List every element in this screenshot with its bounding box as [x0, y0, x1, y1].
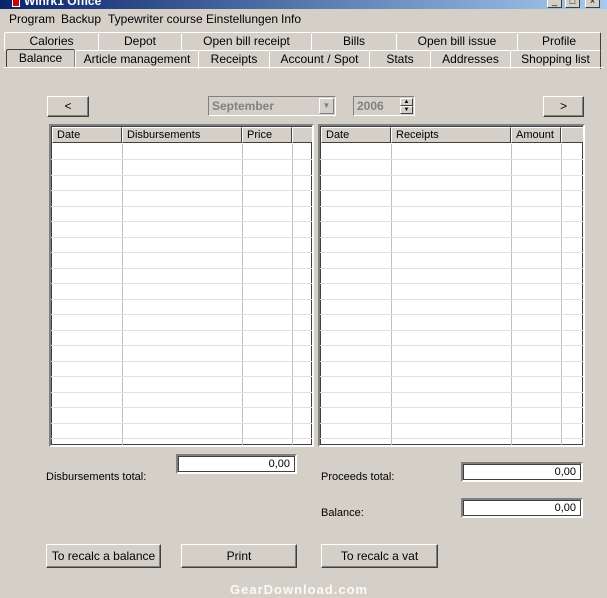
column-header-blank: [561, 127, 583, 143]
table-row[interactable]: [51, 221, 312, 222]
maximize-button[interactable]: □: [565, 0, 580, 8]
disbursements-table[interactable]: Date Disbursements Price: [49, 124, 314, 447]
spin-down-icon[interactable]: ▼: [400, 106, 413, 114]
table-row[interactable]: [320, 267, 583, 269]
menu-bar: Program Backup Typewriter course Einstel…: [0, 9, 607, 30]
column-header-disbursements[interactable]: Disbursements: [122, 127, 242, 143]
menu-typewriter-course[interactable]: Typewriter course: [108, 12, 203, 26]
minimize-button[interactable]: _: [547, 0, 562, 8]
watermark: GearDownload.com: [230, 582, 369, 597]
table-row[interactable]: [51, 314, 312, 315]
table-row[interactable]: [51, 283, 312, 284]
proceeds-total-label: Proceeds total:: [321, 471, 395, 483]
table-row[interactable]: [320, 190, 583, 191]
table-row[interactable]: [320, 174, 583, 176]
year-spinner[interactable]: 2006 ▲ ▼: [353, 96, 415, 116]
tab-open-bill-receipt[interactable]: Open bill receipt: [181, 32, 312, 51]
recalc-balance-button[interactable]: To recalc a balance: [46, 544, 161, 568]
balance-label: Balance:: [321, 507, 364, 519]
table-row[interactable]: [320, 221, 583, 222]
table-row[interactable]: [320, 391, 583, 393]
menu-einstellungen[interactable]: Einstellungen: [206, 12, 278, 26]
recalc-vat-button[interactable]: To recalc a vat: [321, 544, 438, 568]
window-title: Winrk1 Office: [24, 0, 102, 8]
balance-field: 0,00: [461, 498, 583, 518]
tab-balance[interactable]: Balance: [6, 49, 75, 67]
column-header-blank: [292, 127, 312, 143]
table-row[interactable]: [51, 190, 312, 191]
table-row[interactable]: [320, 422, 583, 424]
table-row[interactable]: [320, 159, 583, 160]
month-value: September: [212, 99, 275, 113]
chevron-down-icon[interactable]: ▼: [319, 98, 334, 114]
tab-panel-border: [4, 67, 604, 68]
table-row[interactable]: [51, 376, 312, 377]
table-row[interactable]: [51, 345, 312, 346]
table-row[interactable]: [51, 360, 312, 362]
table-row[interactable]: [51, 236, 312, 238]
close-button[interactable]: ×: [585, 0, 600, 8]
column-header-amount[interactable]: Amount: [511, 127, 561, 143]
menu-program[interactable]: Program: [9, 12, 55, 26]
prev-month-button[interactable]: <: [47, 96, 89, 117]
column-header-date[interactable]: Date: [52, 127, 122, 143]
table-row[interactable]: [320, 376, 583, 377]
print-button[interactable]: Print: [181, 544, 297, 568]
disbursements-total-field: 0,00: [176, 454, 297, 474]
menu-info[interactable]: Info: [281, 12, 301, 26]
receipts-table[interactable]: Date Receipts Amount: [318, 124, 585, 447]
table-row[interactable]: [320, 407, 583, 408]
table-row[interactable]: [51, 252, 312, 253]
table-row[interactable]: [51, 159, 312, 160]
spin-up-icon[interactable]: ▲: [400, 98, 413, 106]
tab-bills[interactable]: Bills: [311, 32, 397, 51]
title-bar: Winrk1 Office _ □ ×: [0, 0, 607, 9]
proceeds-total-field: 0,00: [461, 462, 583, 482]
tab-open-bill-issue[interactable]: Open bill issue: [396, 32, 518, 51]
tab-profile[interactable]: Profile: [517, 32, 601, 51]
column-header-receipts[interactable]: Receipts: [391, 127, 511, 143]
disbursements-total-label: Disbursements total:: [46, 471, 147, 483]
table-row[interactable]: [320, 345, 583, 346]
table-row[interactable]: [51, 407, 312, 408]
month-select[interactable]: September ▼: [208, 96, 336, 116]
table-row[interactable]: [320, 314, 583, 315]
table-row[interactable]: [320, 283, 583, 284]
table-row[interactable]: [320, 205, 583, 207]
next-month-button[interactable]: >: [543, 96, 584, 117]
column-header-price[interactable]: Price: [242, 127, 292, 143]
table-row[interactable]: [320, 252, 583, 253]
table-row[interactable]: [320, 329, 583, 331]
table-row[interactable]: [51, 438, 312, 439]
year-value: 2006: [357, 99, 384, 113]
table-row[interactable]: [51, 174, 312, 176]
table-row[interactable]: [320, 236, 583, 238]
table-row[interactable]: [51, 422, 312, 424]
tab-depot[interactable]: Depot: [98, 32, 182, 51]
menu-backup[interactable]: Backup: [61, 12, 101, 26]
table-row[interactable]: [320, 360, 583, 362]
table-row[interactable]: [320, 298, 583, 300]
table-row[interactable]: [51, 267, 312, 269]
table-row[interactable]: [51, 205, 312, 207]
column-header-date[interactable]: Date: [321, 127, 391, 143]
table-row[interactable]: [51, 329, 312, 331]
table-row[interactable]: [51, 298, 312, 300]
table-row[interactable]: [320, 438, 583, 439]
app-icon: [12, 0, 20, 7]
table-row[interactable]: [51, 391, 312, 393]
